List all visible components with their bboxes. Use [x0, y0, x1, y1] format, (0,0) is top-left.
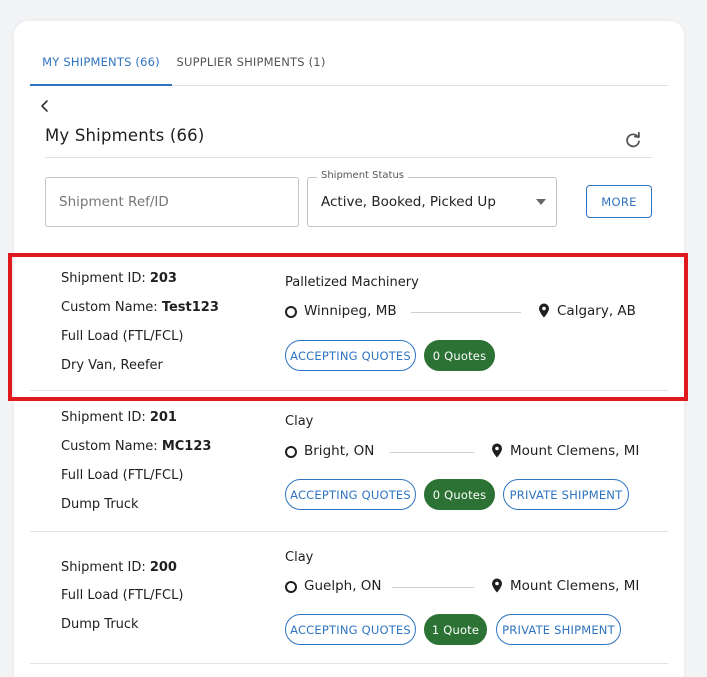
shipment-row[interactable]: Shipment ID: 201 Custom Name: MC123 Full…	[30, 391, 668, 532]
custom-name-value: Test123	[161, 300, 219, 315]
shipment-tabs: MY SHIPMENTS (66) SUPPLIER SHIPMENTS (1)	[30, 44, 668, 86]
accepting-quotes-chip[interactable]: ACCEPTING QUOTES	[285, 340, 416, 371]
circle-outline-icon	[285, 581, 297, 593]
refresh-icon[interactable]	[622, 130, 644, 152]
private-shipment-chip[interactable]: PRIVATE SHIPMENT	[503, 479, 629, 510]
route-line	[390, 452, 474, 453]
shipment-row[interactable]: Shipment ID: 200 Full Load (FTL/FCL) Dum…	[30, 532, 668, 664]
tab-supplier-shipments[interactable]: SUPPLIER SHIPMENTS (1)	[176, 44, 326, 86]
shipment-status-value: Active, Booked, Picked Up	[321, 194, 496, 210]
equipment-type: Dump Truck	[61, 497, 139, 512]
shipment-id-line: Shipment ID: 201	[61, 410, 177, 425]
shipment-id-line: Shipment ID: 203	[61, 271, 177, 286]
shipment-id-line: Shipment ID: 200	[61, 560, 177, 575]
custom-name-value: MC123	[161, 439, 212, 454]
cargo-description: Clay	[285, 414, 314, 429]
shipment-status-select[interactable]: Shipment Status Active, Booked, Picked U…	[307, 170, 557, 227]
origin-location: Guelph, ON	[304, 578, 382, 594]
private-shipment-chip[interactable]: PRIVATE SHIPMENT	[496, 614, 621, 645]
quotes-count-chip[interactable]: 0 Quotes	[424, 479, 495, 510]
row-divider	[30, 663, 668, 664]
cargo-description: Palletized Machinery	[285, 275, 419, 290]
circle-outline-icon	[285, 446, 297, 458]
destination-location: Calgary, AB	[557, 303, 636, 319]
custom-name-line: Custom Name: Test123	[61, 300, 219, 315]
shipment-row[interactable]: Shipment ID: 203 Custom Name: Test123 Fu…	[30, 258, 668, 391]
destination-location: Mount Clemens, MI	[510, 578, 640, 594]
map-pin-icon	[492, 578, 502, 593]
shipment-status-legend: Shipment Status	[317, 170, 409, 181]
shipment-id-value: 201	[149, 410, 177, 425]
map-pin-icon	[539, 303, 549, 318]
shipment-id-value: 203	[149, 271, 177, 286]
destination-location: Mount Clemens, MI	[510, 443, 640, 459]
shipment-route: Winnipeg, MB Calgary, AB	[285, 302, 655, 322]
chevron-left-icon[interactable]	[36, 97, 54, 115]
accepting-quotes-chip[interactable]: ACCEPTING QUOTES	[285, 614, 416, 645]
circle-outline-icon	[285, 306, 297, 318]
map-pin-icon	[492, 443, 502, 458]
route-line	[411, 312, 521, 313]
load-type: Full Load (FTL/FCL)	[61, 329, 184, 344]
equipment-type: Dump Truck	[61, 617, 139, 632]
load-type: Full Load (FTL/FCL)	[61, 468, 184, 483]
caret-down-icon	[536, 199, 546, 205]
tab-my-shipments[interactable]: MY SHIPMENTS (66)	[30, 44, 172, 86]
load-type: Full Load (FTL/FCL)	[61, 588, 184, 603]
quotes-count-chip[interactable]: 1 Quote	[424, 614, 487, 645]
page-title: My Shipments (66)	[45, 126, 205, 145]
origin-location: Bright, ON	[304, 443, 375, 459]
origin-location: Winnipeg, MB	[304, 303, 397, 319]
route-line	[392, 587, 474, 588]
quotes-count-chip[interactable]: 0 Quotes	[424, 340, 495, 371]
custom-name-line: Custom Name: MC123	[61, 439, 212, 454]
accepting-quotes-chip[interactable]: ACCEPTING QUOTES	[285, 479, 416, 510]
cargo-description: Clay	[285, 550, 314, 565]
shipment-route: Guelph, ON Mount Clemens, MI	[285, 577, 655, 597]
shipment-id-value: 200	[149, 560, 177, 575]
equipment-type: Dry Van, Reefer	[61, 358, 163, 373]
more-filters-button[interactable]: MORE	[586, 185, 652, 218]
shipment-route: Bright, ON Mount Clemens, MI	[285, 442, 655, 462]
title-divider	[45, 157, 652, 158]
shipment-ref-input[interactable]	[45, 177, 299, 227]
